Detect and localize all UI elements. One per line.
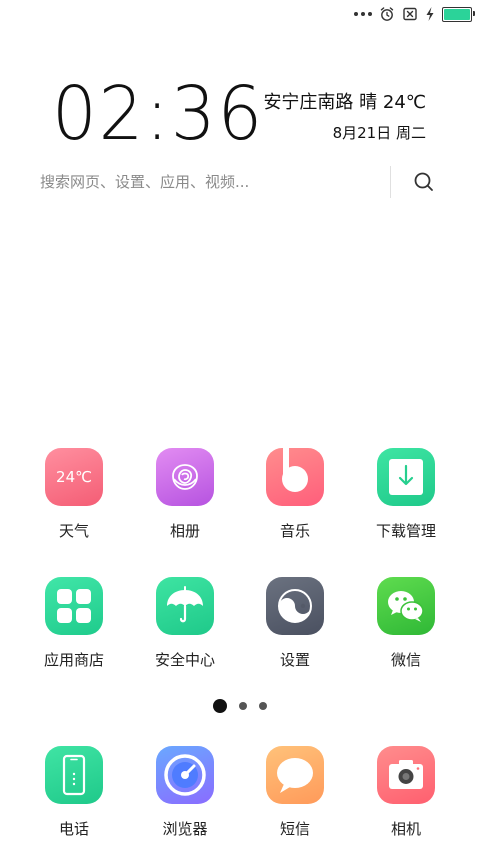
alarm-icon [380, 7, 394, 21]
message-bubble-icon [266, 746, 324, 804]
page-indicator[interactable] [0, 698, 480, 714]
wechat-icon [377, 577, 435, 635]
app-store-grid-icon [45, 577, 103, 635]
app-store[interactable]: 应用商店 [19, 577, 129, 670]
yin-yang-icon [266, 577, 324, 635]
sim-off-icon [403, 7, 417, 21]
app-label: 相机 [390, 820, 421, 838]
app-camera[interactable]: 相机 [351, 746, 461, 839]
umbrella-icon [156, 577, 214, 635]
app-downloads[interactable]: 下载管理 [351, 448, 461, 541]
battery-icon [442, 6, 475, 22]
app-settings[interactable]: 设置 [240, 577, 350, 670]
status-icons [354, 5, 475, 23]
search-bar [40, 160, 450, 204]
app-phone[interactable]: 电话 [19, 746, 129, 839]
app-label: 设置 [279, 651, 310, 669]
app-label: 微信 [390, 651, 421, 669]
app-label: 应用商店 [43, 651, 104, 669]
search-icon [414, 172, 433, 191]
clock-time[interactable]: 02:36 [52, 70, 264, 158]
location-weather[interactable]: 安宁庄南路 晴 24℃ [263, 88, 426, 114]
app-label: 下载管理 [375, 522, 436, 540]
app-security[interactable]: 安全中心 [130, 577, 240, 670]
phone-icon [45, 746, 103, 804]
home-screen: 02:36 安宁庄南路 晴 24℃ 8月21日 周二 24℃ 天气 [0, 0, 480, 853]
page-dot-active[interactable] [213, 699, 227, 713]
more-dots-icon [354, 12, 372, 16]
app-browser[interactable]: 浏览器 [130, 746, 240, 839]
app-wechat[interactable]: 微信 [351, 577, 461, 670]
weather-icon: 24℃ [45, 448, 103, 506]
app-weather[interactable]: 24℃ 天气 [19, 448, 129, 541]
music-icon [266, 448, 324, 506]
search-divider [390, 166, 391, 198]
status-bar [0, 0, 480, 28]
battery-level [444, 8, 470, 20]
date-line: 8月21日 周二 [332, 124, 426, 142]
app-label: 短信 [279, 820, 310, 838]
search-input[interactable] [40, 160, 380, 204]
app-label: 音乐 [279, 522, 310, 540]
page-dot[interactable] [239, 702, 247, 710]
app-gallery[interactable]: 相册 [130, 448, 240, 541]
app-label: 安全中心 [154, 651, 215, 669]
app-music[interactable]: 音乐 [240, 448, 350, 541]
page-dot[interactable] [259, 702, 267, 710]
browser-icon [156, 746, 214, 804]
search-button[interactable] [410, 168, 438, 196]
charging-icon [426, 7, 434, 21]
app-label: 相册 [169, 522, 200, 540]
camera-icon [377, 746, 435, 804]
weather-temperature: 24℃ [56, 468, 92, 486]
app-sms[interactable]: 短信 [240, 746, 350, 839]
download-icon [377, 448, 435, 506]
app-label: 浏览器 [162, 820, 208, 838]
gallery-rose-icon [156, 448, 214, 506]
app-label: 天气 [58, 522, 89, 540]
app-label: 电话 [58, 820, 89, 838]
